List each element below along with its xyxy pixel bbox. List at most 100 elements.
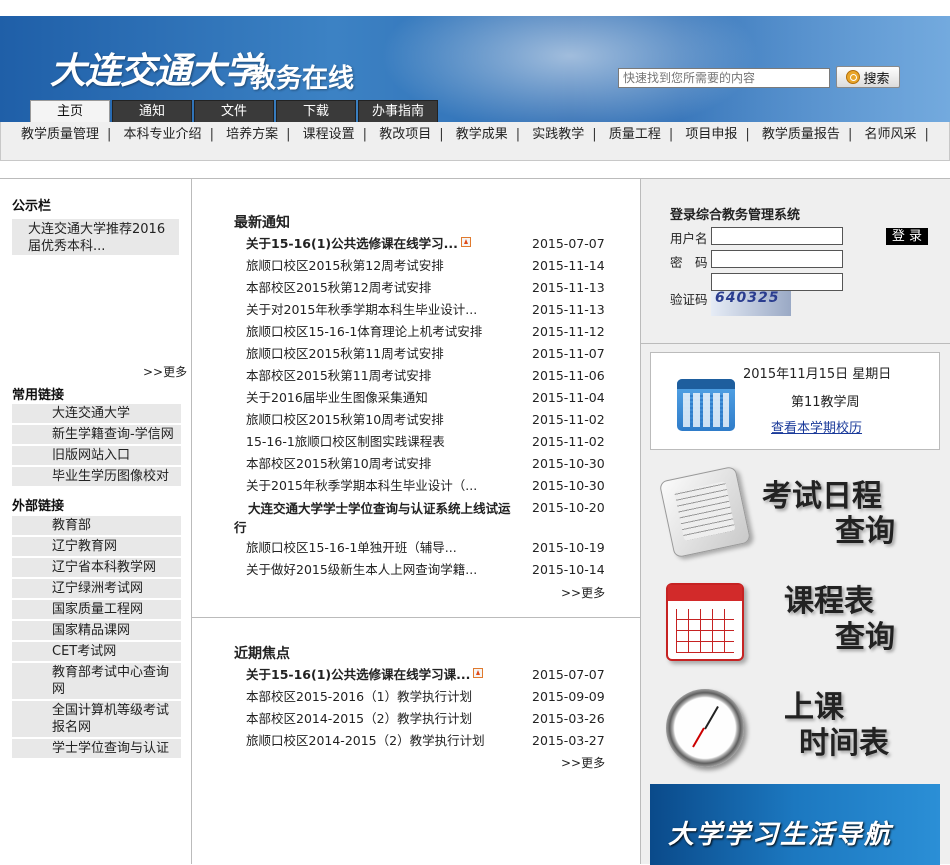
- login-button[interactable]: 登 录: [886, 228, 928, 245]
- news-title[interactable]: 关于2016届毕业生图像采集通知: [234, 387, 522, 409]
- news-row[interactable]: 旅顺口校区2015秋第10周考试安排 2015-11-02: [234, 409, 614, 431]
- username-input[interactable]: [711, 227, 843, 245]
- subnav-item[interactable]: 本科专业介绍: [124, 127, 202, 142]
- main-content: 最新通知 关于15-16(1)公共选修课在线学习... 2015-07-07 旅顺口…: [192, 178, 641, 864]
- news-row[interactable]: 关于15-16(1)公共选修课在线学习课... 2015-07-07: [234, 664, 614, 686]
- subnav-item[interactable]: 教学成果: [456, 127, 508, 142]
- common-link[interactable]: 旧版网站入口: [12, 446, 181, 465]
- news-row[interactable]: 旅顺口校区15-16-1单独开班（辅导... 2015-10-19: [234, 537, 614, 559]
- news-title[interactable]: 旅顺口校区2014-2015（2）教学执行计划: [234, 730, 522, 752]
- news-row[interactable]: 旅顺口校区2015秋第11周考试安排 2015-11-07: [234, 343, 614, 365]
- news-row[interactable]: 本部校区2015秋第11周考试安排 2015-11-06: [234, 365, 614, 387]
- news-title[interactable]: 本部校区2015秋第10周考试安排: [234, 453, 522, 475]
- notice-more-link[interactable]: >>更多: [143, 363, 187, 380]
- tab-home[interactable]: 主页: [30, 100, 110, 122]
- news-title[interactable]: 大连交通大学学士学位查询与认证系统上线试运行: [234, 497, 522, 537]
- course-calendar-icon: [666, 583, 744, 661]
- calendar-icon-top: [677, 379, 735, 389]
- news-title[interactable]: 旅顺口校区2015秋第12周考试安排: [234, 255, 522, 277]
- recent-focus-more-link[interactable]: >>更多: [561, 754, 605, 771]
- news-row[interactable]: 本部校区2014-2015（2）教学执行计划 2015-03-26: [234, 708, 614, 730]
- captcha-image[interactable]: 640325: [711, 291, 791, 316]
- subnav-item[interactable]: 项目申报: [685, 127, 737, 142]
- news-row[interactable]: 旅顺口校区15-16-1体育理论上机考试安排 2015-11-12: [234, 321, 614, 343]
- subnav-item[interactable]: 实践教学: [532, 127, 584, 142]
- news-row[interactable]: 关于做好2015级新生本人上网查询学籍... 2015-10-14: [234, 559, 614, 581]
- external-link[interactable]: 国家精品课网: [12, 621, 181, 640]
- news-date: 2015-11-06: [532, 368, 605, 383]
- tab-notices[interactable]: 通知: [112, 100, 192, 122]
- subnav-item[interactable]: 教学质量报告: [762, 127, 840, 142]
- news-date: 2015-10-14: [532, 562, 605, 577]
- course-table-link[interactable]: 课程表 查询: [662, 579, 942, 667]
- subnav-item[interactable]: 名师风采: [864, 127, 916, 142]
- notice-board-item[interactable]: 大连交通大学推荐2016届优秀本科...: [12, 219, 179, 255]
- username-label: 用户名: [670, 231, 708, 246]
- external-link[interactable]: 学士学位查询与认证: [12, 739, 181, 758]
- news-row[interactable]: 本部校区2015秋第12周考试安排 2015-11-13: [234, 277, 614, 299]
- news-title[interactable]: 关于对2015年秋季学期本科生毕业设计...: [234, 299, 522, 321]
- news-title[interactable]: 关于2015年秋季学期本科生毕业设计（...: [234, 475, 522, 497]
- external-link[interactable]: 国家质量工程网: [12, 600, 181, 619]
- subnav-item[interactable]: 培养方案: [226, 127, 278, 142]
- latest-notices-more-link[interactable]: >>更多: [561, 584, 605, 601]
- news-title-text: 关于2015年秋季学期本科生毕业设计（...: [246, 478, 478, 493]
- search-input[interactable]: [618, 68, 830, 88]
- common-link[interactable]: 大连交通大学: [12, 404, 181, 423]
- news-row[interactable]: 关于2016届毕业生图像采集通知 2015-11-04: [234, 387, 614, 409]
- news-date: 2015-11-12: [532, 324, 605, 339]
- tab-downloads[interactable]: 下载: [276, 100, 356, 122]
- news-title[interactable]: 15-16-1旅顺口校区制图实践课程表: [234, 431, 522, 453]
- external-links-title: 外部链接: [12, 499, 65, 514]
- external-link[interactable]: CET考试网: [12, 642, 181, 661]
- subnav-item[interactable]: 质量工程: [609, 127, 661, 142]
- news-title[interactable]: 本部校区2014-2015（2）教学执行计划: [234, 708, 522, 730]
- news-title-text: 关于2016届毕业生图像采集通知: [246, 390, 428, 405]
- external-link[interactable]: 辽宁绿洲考试网: [12, 579, 181, 598]
- news-row[interactable]: 旅顺口校区2014-2015（2）教学执行计划 2015-03-27: [234, 730, 614, 752]
- news-title[interactable]: 本部校区2015秋第11周考试安排: [234, 365, 522, 387]
- subnav-item[interactable]: 教改项目: [379, 127, 431, 142]
- login-panel: 登录综合教务管理系统 用户名 登 录 密 码 验证码 640325: [641, 179, 950, 344]
- recent-focus-title: 近期焦点: [234, 646, 290, 662]
- common-link[interactable]: 新生学籍查询-学信网: [12, 425, 181, 444]
- external-link[interactable]: 全国计算机等级考试报名网: [12, 701, 181, 737]
- external-link[interactable]: 辽宁省本科教学网: [12, 558, 181, 577]
- university-logo[interactable]: 大连交通大学: [50, 42, 261, 94]
- news-row[interactable]: 旅顺口校区2015秋第12周考试安排 2015-11-14: [234, 255, 614, 277]
- external-link[interactable]: 教育部: [12, 516, 181, 535]
- subnav-item[interactable]: 课程设置: [303, 127, 355, 142]
- password-input[interactable]: [711, 250, 843, 268]
- news-title[interactable]: 旅顺口校区15-16-1单独开班（辅导...: [234, 537, 522, 559]
- class-time-link[interactable]: 上课 时间表: [662, 685, 942, 773]
- school-calendar-link[interactable]: 查看本学期校历: [771, 417, 862, 436]
- news-title[interactable]: 关于15-16(1)公共选修课在线学习课...: [234, 664, 522, 686]
- news-row[interactable]: 本部校区2015秋第10周考试安排 2015-10-30: [234, 453, 614, 475]
- captcha-input[interactable]: [711, 273, 843, 291]
- news-title[interactable]: 关于做好2015级新生本人上网查询学籍...: [234, 559, 522, 581]
- news-title[interactable]: 旅顺口校区2015秋第11周考试安排: [234, 343, 522, 365]
- news-title[interactable]: 关于15-16(1)公共选修课在线学习...: [234, 233, 522, 255]
- news-row[interactable]: 大连交通大学学士学位查询与认证系统上线试运行 2015-10-20: [234, 497, 614, 537]
- course-table-line2: 查询: [835, 620, 895, 655]
- news-row[interactable]: 关于15-16(1)公共选修课在线学习... 2015-07-07: [234, 233, 614, 255]
- news-date: 2015-11-04: [532, 390, 605, 405]
- external-link[interactable]: 辽宁教育网: [12, 537, 181, 556]
- search-button[interactable]: 搜索: [836, 66, 900, 88]
- news-title[interactable]: 本部校区2015-2016（1）教学执行计划: [234, 686, 522, 708]
- news-title-text: 旅顺口校区2015秋第12周考试安排: [246, 258, 444, 273]
- news-row[interactable]: 15-16-1旅顺口校区制图实践课程表 2015-11-02: [234, 431, 614, 453]
- tab-documents[interactable]: 文件: [194, 100, 274, 122]
- news-title[interactable]: 旅顺口校区15-16-1体育理论上机考试安排: [234, 321, 522, 343]
- exam-schedule-link[interactable]: 考试日程 查询: [658, 465, 942, 559]
- news-row[interactable]: 关于对2015年秋季学期本科生毕业设计... 2015-11-13: [234, 299, 614, 321]
- news-row[interactable]: 本部校区2015-2016（1）教学执行计划 2015-09-09: [234, 686, 614, 708]
- life-guide-banner[interactable]: 大学学习生活导航: [650, 784, 940, 865]
- news-title[interactable]: 本部校区2015秋第12周考试安排: [234, 277, 522, 299]
- news-row[interactable]: 关于2015年秋季学期本科生毕业设计（... 2015-10-30: [234, 475, 614, 497]
- tab-service-guide[interactable]: 办事指南: [358, 100, 438, 122]
- common-link[interactable]: 毕业生学历图像校对: [12, 467, 181, 486]
- subnav-item[interactable]: 教学质量管理: [21, 127, 99, 142]
- news-title[interactable]: 旅顺口校区2015秋第10周考试安排: [234, 409, 522, 431]
- external-link[interactable]: 教育部考试中心查询网: [12, 663, 181, 699]
